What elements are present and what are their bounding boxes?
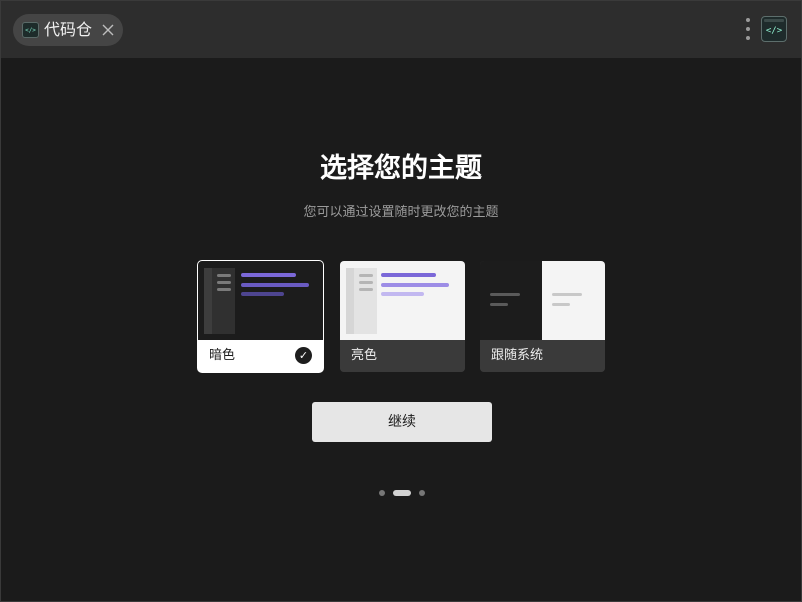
close-icon[interactable] (99, 21, 117, 39)
tab-title: 代码仓 (44, 20, 93, 39)
theme-label-light: 亮色 (351, 348, 378, 363)
more-vertical-icon[interactable] (743, 17, 753, 43)
page-dot-2-active[interactable] (393, 490, 411, 496)
check-icon: ✓ (295, 347, 312, 364)
theme-label-dark: 暗色 (209, 348, 236, 363)
page-title: 选择您的主题 (320, 153, 482, 184)
theme-option-light[interactable]: 亮色 (340, 261, 465, 372)
page-dot-1[interactable] (379, 490, 385, 496)
theme-preview-light (340, 261, 465, 340)
theme-preview-system (480, 261, 605, 340)
theme-option-system[interactable]: 跟随系统 (480, 261, 605, 372)
theme-label-system: 跟随系统 (491, 348, 544, 363)
page-dot-3[interactable] (419, 490, 425, 496)
continue-button[interactable]: 继续 (312, 402, 492, 442)
code-icon: </> (22, 22, 39, 38)
code-terminal-icon: </> (761, 16, 787, 42)
tab-code-repo[interactable]: </> 代码仓 (13, 14, 123, 46)
app-window: </> 代码仓 </> 选择您的主题 您可以通过设置随时更改您的主题 暗色 ✓ (0, 0, 802, 602)
theme-option-dark[interactable]: 暗色 ✓ (197, 260, 324, 373)
page-indicator (1, 489, 801, 497)
page-subtitle: 您可以通过设置随时更改您的主题 (303, 205, 499, 220)
theme-preview-dark (198, 261, 323, 340)
title-bar: </> 代码仓 </> (1, 1, 801, 58)
